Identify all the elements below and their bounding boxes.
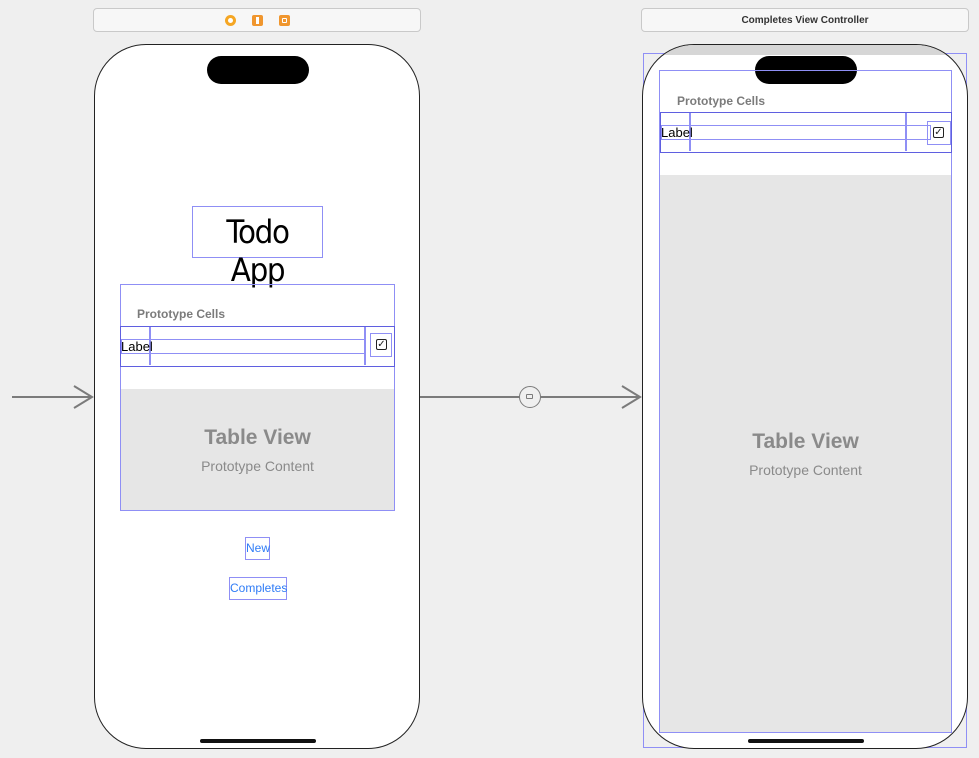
- prototype-cells-header: Prototype Cells: [137, 307, 226, 321]
- table-placeholder: Table View Prototype Content: [660, 175, 951, 732]
- cell-label: Label: [661, 125, 693, 140]
- cell-content-guide: [905, 113, 907, 151]
- table-view-title: Table View: [752, 429, 859, 453]
- table-view-title: Table View: [204, 425, 311, 449]
- checkbox-icon[interactable]: ✓: [933, 127, 944, 138]
- table-placeholder: Table View Prototype Content: [121, 389, 394, 510]
- cell-content-guide: [661, 125, 931, 140]
- checkbox-frame[interactable]: ✓: [927, 121, 951, 145]
- prototype-cell[interactable]: Label ✓: [120, 326, 395, 367]
- entry-arrow-head-icon: [73, 385, 94, 409]
- prototype-content-label: Prototype Content: [749, 461, 862, 478]
- view-controller-icon[interactable]: [224, 14, 236, 26]
- app-title: Todo App: [226, 213, 290, 289]
- app-title-frame[interactable]: Todo App: [192, 206, 323, 289]
- completes-button[interactable]: Completes: [229, 577, 287, 600]
- dynamic-island: [207, 56, 309, 84]
- checkbox-icon[interactable]: ✓: [376, 339, 387, 350]
- prototype-content-label: Prototype Content: [201, 457, 314, 474]
- scene-title: Completes View Controller: [741, 14, 869, 26]
- checkbox-frame[interactable]: ✓: [370, 333, 392, 357]
- cell-content-guide: [364, 327, 366, 365]
- home-indicator: [200, 739, 316, 743]
- exit-icon[interactable]: [278, 14, 290, 26]
- prototype-cells-header: Prototype Cells: [677, 94, 766, 108]
- completes-view-controller[interactable]: Prototype Cells Label ✓ Table View Proto…: [642, 44, 968, 749]
- first-responder-icon[interactable]: [251, 14, 263, 26]
- home-indicator: [748, 739, 864, 743]
- scene-dock-main[interactable]: [93, 8, 421, 32]
- navigation-bar-area: [643, 45, 967, 55]
- completes-table-view[interactable]: Prototype Cells Label ✓ Table View Proto…: [659, 70, 952, 733]
- todo-table-view[interactable]: Prototype Cells Label ✓ Table View Proto…: [120, 284, 395, 511]
- main-view-controller[interactable]: Todo App Prototype Cells Label ✓ Table V…: [94, 44, 420, 749]
- new-button[interactable]: New: [245, 537, 270, 560]
- cell-label: Label: [121, 339, 153, 354]
- scene-dock-completes[interactable]: Completes View Controller: [641, 8, 969, 32]
- segue-icon[interactable]: [519, 386, 541, 408]
- prototype-cell[interactable]: Label ✓: [660, 112, 952, 153]
- cell-content-guide: [121, 339, 366, 354]
- segue-arrow-head-icon: [621, 385, 642, 409]
